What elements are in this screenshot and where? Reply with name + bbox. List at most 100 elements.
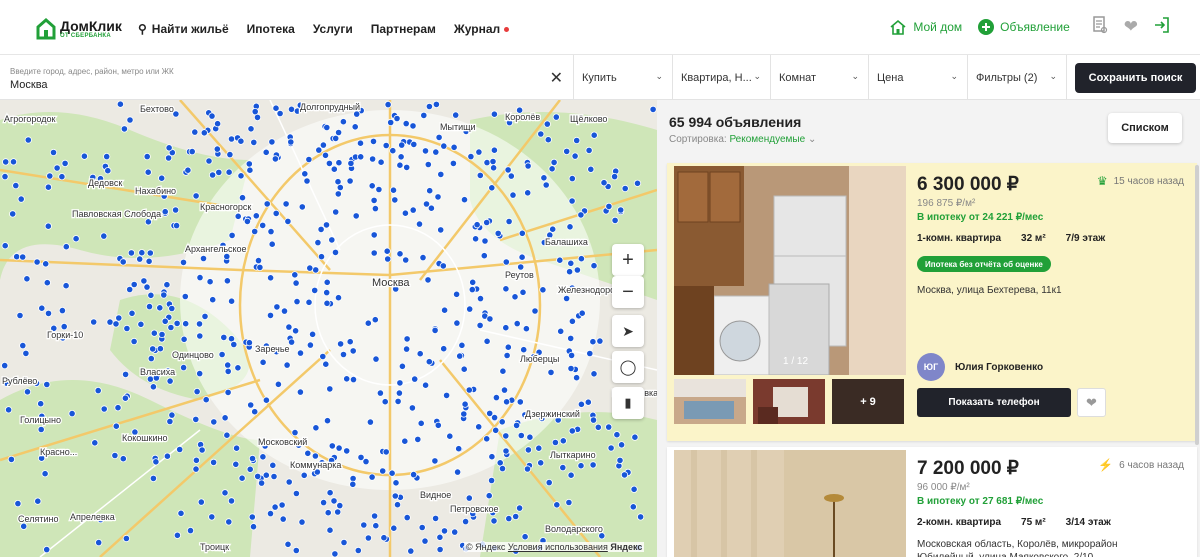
listing-marker[interactable] bbox=[458, 341, 466, 349]
listing-marker[interactable] bbox=[559, 463, 567, 472]
listing-marker[interactable] bbox=[61, 159, 69, 168]
listing-marker[interactable] bbox=[238, 194, 247, 202]
listing-marker[interactable] bbox=[330, 497, 338, 505]
listing-marker[interactable] bbox=[37, 400, 45, 408]
listing-marker[interactable] bbox=[43, 279, 51, 287]
listing-marker[interactable] bbox=[173, 319, 181, 327]
listing-marker[interactable] bbox=[9, 210, 17, 218]
listing-marker[interactable] bbox=[371, 316, 379, 324]
listing-marker[interactable] bbox=[184, 166, 192, 174]
listing-marker[interactable] bbox=[209, 296, 217, 304]
listing-marker[interactable] bbox=[517, 431, 525, 440]
listing-marker[interactable] bbox=[568, 317, 577, 325]
listing-marker[interactable] bbox=[505, 217, 513, 226]
listing-marker[interactable] bbox=[379, 467, 387, 475]
listing-marker[interactable] bbox=[143, 283, 151, 291]
terms-link[interactable]: Условия использования bbox=[508, 542, 608, 552]
listing-marker[interactable] bbox=[144, 218, 152, 226]
listing-marker[interactable] bbox=[311, 452, 319, 460]
listing-marker[interactable] bbox=[306, 264, 314, 272]
listing-marker[interactable] bbox=[552, 113, 560, 121]
listing-marker[interactable] bbox=[460, 410, 468, 418]
listing-marker[interactable] bbox=[24, 136, 32, 144]
listing-marker[interactable] bbox=[392, 479, 400, 487]
listing-marker[interactable] bbox=[247, 401, 255, 409]
listing-marker[interactable] bbox=[312, 266, 320, 274]
listing-photo[interactable]: 1 / 12 bbox=[674, 166, 906, 375]
listing-marker[interactable] bbox=[33, 258, 41, 266]
listing-marker[interactable] bbox=[507, 172, 515, 180]
listing-marker[interactable] bbox=[214, 120, 222, 128]
listing-marker[interactable] bbox=[396, 250, 404, 258]
listing-marker[interactable] bbox=[523, 465, 532, 473]
listing-marker[interactable] bbox=[23, 275, 31, 283]
listing-card[interactable]: 1 / 12 + 9 6 300 000 ₽ ♛ 15 часов назад 1… bbox=[667, 163, 1197, 441]
listing-marker[interactable] bbox=[285, 478, 293, 486]
listing-marker[interactable] bbox=[377, 158, 385, 166]
listing-marker[interactable] bbox=[354, 546, 362, 555]
listing-marker[interactable] bbox=[160, 291, 168, 299]
listing-marker[interactable] bbox=[262, 396, 270, 404]
listing-marker[interactable] bbox=[158, 174, 166, 182]
listing-marker[interactable] bbox=[272, 209, 280, 218]
listing-marker[interactable] bbox=[252, 212, 260, 220]
listing-marker[interactable] bbox=[279, 515, 287, 523]
listing-marker[interactable] bbox=[503, 351, 511, 360]
listing-marker[interactable] bbox=[610, 173, 619, 181]
listing-marker[interactable] bbox=[94, 386, 102, 395]
listing-marker[interactable] bbox=[518, 253, 526, 261]
listing-marker[interactable] bbox=[259, 358, 267, 366]
listing-marker[interactable] bbox=[542, 181, 550, 189]
listing-marker[interactable] bbox=[403, 163, 411, 172]
listing-marker[interactable] bbox=[112, 422, 120, 430]
listing-marker[interactable] bbox=[301, 170, 309, 178]
listing-marker[interactable] bbox=[303, 177, 311, 185]
listing-marker[interactable] bbox=[38, 304, 46, 312]
listing-marker[interactable] bbox=[296, 388, 304, 396]
show-phone-button[interactable]: Показать телефон bbox=[917, 388, 1071, 417]
listing-marker[interactable] bbox=[590, 262, 598, 270]
listing-marker[interactable] bbox=[223, 431, 231, 439]
listing-marker[interactable] bbox=[248, 513, 256, 521]
listing-marker[interactable] bbox=[119, 455, 127, 463]
listing-marker[interactable] bbox=[298, 518, 306, 526]
listing-marker[interactable] bbox=[485, 492, 493, 500]
listing-marker[interactable] bbox=[144, 168, 152, 176]
clear-icon[interactable]: ✕ bbox=[550, 68, 563, 88]
listing-marker[interactable] bbox=[273, 303, 281, 311]
listing-marker[interactable] bbox=[68, 409, 76, 418]
listing-marker[interactable] bbox=[58, 173, 66, 181]
listing-marker[interactable] bbox=[19, 342, 27, 350]
listing-marker[interactable] bbox=[490, 413, 499, 422]
listing-marker[interactable] bbox=[460, 196, 469, 204]
listing-marker[interactable] bbox=[251, 408, 259, 416]
save-search-button[interactable]: Сохранить поиск bbox=[1075, 63, 1196, 93]
listing-marker[interactable] bbox=[218, 350, 226, 359]
listing-marker[interactable] bbox=[403, 513, 411, 522]
listing-marker[interactable] bbox=[381, 398, 389, 406]
listing-marker[interactable] bbox=[489, 157, 497, 166]
listing-marker[interactable] bbox=[156, 304, 164, 312]
listing-marker[interactable] bbox=[577, 211, 585, 219]
listing-marker[interactable] bbox=[256, 263, 264, 271]
listing-marker[interactable] bbox=[431, 326, 439, 334]
listing-marker[interactable] bbox=[331, 550, 339, 557]
listing-marker[interactable] bbox=[173, 531, 181, 539]
listing-marker[interactable] bbox=[339, 118, 347, 126]
listing-marker[interactable] bbox=[37, 425, 45, 434]
listing-marker[interactable] bbox=[431, 457, 439, 465]
listing-marker[interactable] bbox=[276, 109, 284, 118]
listing-marker[interactable] bbox=[300, 471, 308, 479]
listing-marker[interactable] bbox=[121, 394, 130, 402]
listing-marker[interactable] bbox=[72, 235, 80, 243]
listing-marker[interactable] bbox=[238, 474, 246, 482]
nav-mortgage[interactable]: Ипотека bbox=[247, 22, 295, 36]
listing-marker[interactable] bbox=[483, 158, 491, 167]
listing-marker[interactable] bbox=[370, 249, 378, 257]
listing-marker[interactable] bbox=[291, 428, 299, 437]
listing-marker[interactable] bbox=[505, 514, 513, 523]
listing-marker[interactable] bbox=[434, 193, 442, 201]
listings-scrollbar[interactable] bbox=[1195, 165, 1199, 445]
listing-marker[interactable] bbox=[490, 517, 498, 525]
listing-marker[interactable] bbox=[114, 404, 122, 412]
